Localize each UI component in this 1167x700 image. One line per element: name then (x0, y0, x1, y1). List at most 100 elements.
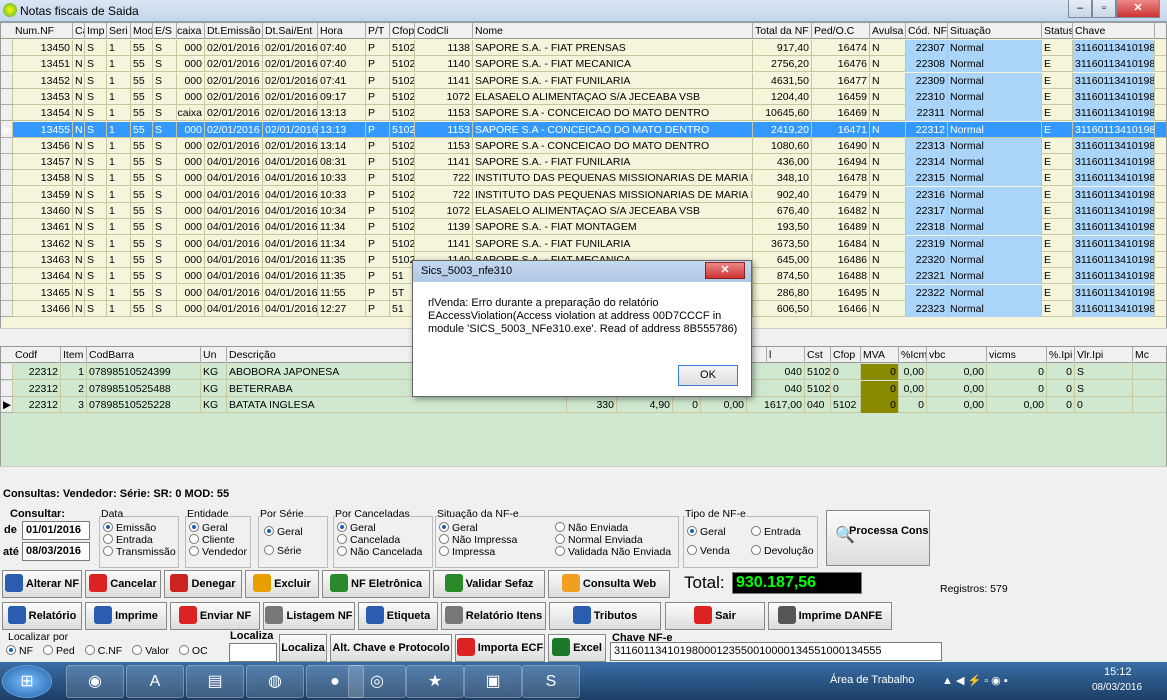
sair-button[interactable]: Sair (665, 602, 765, 630)
column-header[interactable]: Codf (13, 347, 61, 363)
column-header[interactable]: Chave (1073, 23, 1155, 39)
localiza-input[interactable] (229, 643, 277, 662)
nfe-button[interactable]: NF Eletrônica (322, 570, 430, 598)
row-indicator[interactable] (1, 186, 13, 203)
column-header[interactable]: Num.NF (13, 23, 73, 39)
situacao-filter-radio[interactable] (439, 522, 449, 532)
table-row[interactable]: 13458 N S 1 55 S 000 04/01/2016 04/01/2016 10:33 P… (1, 170, 1166, 187)
alterar-button[interactable]: Alterar NF (2, 570, 82, 598)
tipo-filter-radio[interactable] (751, 526, 761, 536)
date-to-input[interactable]: 08/03/2016 (22, 542, 90, 561)
column-header[interactable]: Hora (318, 23, 366, 39)
entidade-filter-option[interactable]: Cliente (189, 534, 235, 546)
desktop-toolbar-label[interactable]: Área de Trabalho (830, 674, 914, 686)
tributos-button[interactable]: Tributos (549, 602, 661, 630)
row-indicator[interactable] (1, 364, 13, 380)
tipo-filter-option[interactable]: Devolução (751, 545, 814, 557)
consulta-web-button[interactable]: Consulta Web (548, 570, 670, 598)
column-header[interactable]: Mod (131, 23, 153, 39)
table-row[interactable]: 13459 N S 1 55 S 000 04/01/2016 04/01/2016 10:33 P… (1, 186, 1166, 203)
row-indicator[interactable] (1, 380, 13, 397)
column-header[interactable]: Cfop (390, 23, 415, 39)
localizar-option[interactable]: Valor (132, 645, 169, 657)
processa-consulta-button[interactable]: 🔍Processa Consulta (826, 510, 930, 566)
column-header[interactable]: Cód. NF (906, 23, 948, 39)
localizar-radio[interactable] (178, 645, 189, 655)
entidade-filter-radio[interactable] (189, 522, 199, 532)
column-header[interactable]: vicms (987, 347, 1047, 363)
column-header[interactable]: Nome (473, 23, 753, 39)
data-filter-option[interactable]: Entrada (103, 534, 153, 546)
column-header[interactable]: CodCli (415, 23, 473, 39)
table-row[interactable]: 13452 N S 1 55 S 000 02/01/2016 02/01/2016 07:41 P… (1, 72, 1166, 89)
table-row[interactable]: 13461 N S 1 55 S 000 04/01/2016 04/01/2016 11:34 P… (1, 219, 1166, 236)
data-filter-radio[interactable] (103, 534, 113, 544)
close-button[interactable]: ✕ (1116, 0, 1160, 18)
situacao-filter-option[interactable]: Validada Não Enviada (555, 546, 671, 558)
situacao-filter-radio[interactable] (555, 522, 565, 532)
canceladas-filter-radio[interactable] (337, 546, 347, 556)
column-header[interactable]: Mc (1133, 347, 1166, 363)
localizar-option[interactable]: NF (6, 645, 33, 657)
situacao-filter-radio[interactable] (555, 546, 565, 556)
taskbar-star-icon[interactable]: ★ (406, 665, 464, 698)
tray-icons[interactable]: ▲ ◀ ⚡ ▫ ◉ ▪ (942, 674, 1008, 687)
serie-filter-radio[interactable] (264, 526, 274, 536)
column-header[interactable]: Status (1042, 23, 1073, 39)
taskbar-app-8-icon[interactable]: ▣ (464, 665, 522, 698)
column-header[interactable]: Vlr.Ipi (1075, 347, 1133, 363)
row-indicator[interactable] (1, 137, 13, 154)
column-header[interactable]: E/S (153, 23, 177, 39)
entidade-filter-radio[interactable] (189, 534, 199, 544)
danfe-button[interactable]: Imprime DANFE (768, 602, 892, 630)
canceladas-filter-option[interactable]: Cancelada (337, 534, 400, 546)
column-header[interactable]: P/T (366, 23, 390, 39)
localizar-radio[interactable] (84, 645, 95, 655)
table-row[interactable]: 13456 N S 1 55 S 000 02/01/2016 02/01/2016 13:14 P… (1, 137, 1166, 154)
validar-button[interactable]: Validar Sefaz (433, 570, 545, 598)
relatorio-button[interactable]: Relatório (2, 602, 82, 630)
row-indicator[interactable] (1, 300, 13, 317)
serie-filter-option[interactable]: Geral (264, 526, 303, 538)
data-filter-radio[interactable] (103, 546, 113, 556)
situacao-filter-option[interactable]: Não Enviada (555, 522, 628, 534)
row-indicator[interactable] (1, 105, 13, 122)
row-indicator[interactable] (1, 72, 13, 89)
tipo-filter-option[interactable]: Geral (687, 526, 726, 538)
tipo-filter-option[interactable]: Venda (687, 545, 730, 557)
item-row[interactable]: ▶ 22312 3 07898510525228 KG BATATA INGLESA 330… (1, 397, 1166, 413)
column-header[interactable]: vbc (927, 347, 987, 363)
serie-filter-option[interactable]: Série (264, 545, 302, 557)
minimize-button[interactable]: – (1068, 0, 1092, 18)
dialog-close-button[interactable]: ✕ (705, 262, 745, 279)
cancelar-button[interactable]: Cancelar (85, 570, 161, 598)
column-header[interactable]: Situação (948, 23, 1042, 39)
localizar-option[interactable]: C.NF (84, 645, 122, 657)
column-header[interactable]: Total da NF (753, 23, 812, 39)
imprime-button[interactable]: Imprime (85, 602, 167, 630)
rel-itens-button[interactable]: Relatório Itens (441, 602, 546, 630)
situacao-filter-option[interactable]: Não Impressa (439, 534, 517, 546)
row-indicator[interactable] (1, 88, 13, 105)
column-header[interactable]: MVA (861, 347, 899, 363)
taskbar-app-1-icon[interactable]: ◉ (66, 665, 124, 698)
canceladas-filter-option[interactable]: Geral (337, 522, 376, 534)
situacao-filter-radio[interactable] (555, 534, 565, 544)
situacao-filter-option[interactable]: Normal Enviada (555, 534, 643, 546)
alt-chave-button[interactable]: Alt. Chave e Protocolo (330, 634, 452, 662)
column-header[interactable]: Imp (85, 23, 107, 39)
itens-hscrollbar[interactable] (0, 466, 1167, 482)
row-indicator[interactable] (1, 219, 13, 236)
table-row[interactable]: 13462 N S 1 55 S 000 04/01/2016 04/01/2016 11:34 P… (1, 235, 1166, 252)
tipo-filter-radio[interactable] (687, 526, 697, 536)
row-indicator[interactable] (1, 56, 13, 73)
column-header[interactable]: Avulsa (870, 23, 906, 39)
enviar-button[interactable]: Enviar NF (170, 602, 260, 630)
maximize-button[interactable]: ▫ (1092, 0, 1116, 18)
situacao-filter-option[interactable]: Geral (439, 522, 478, 534)
date-from-input[interactable]: 01/01/2016 (22, 521, 90, 540)
chave-input[interactable]: 3116011341019800012355001000013455100013… (610, 642, 942, 661)
table-row[interactable]: 13450 N S 1 55 S 000 02/01/2016 02/01/2016 07:40 P… (1, 40, 1166, 56)
column-header[interactable]: caixa (175, 23, 205, 39)
canceladas-filter-option[interactable]: Não Cancelada (337, 546, 422, 558)
